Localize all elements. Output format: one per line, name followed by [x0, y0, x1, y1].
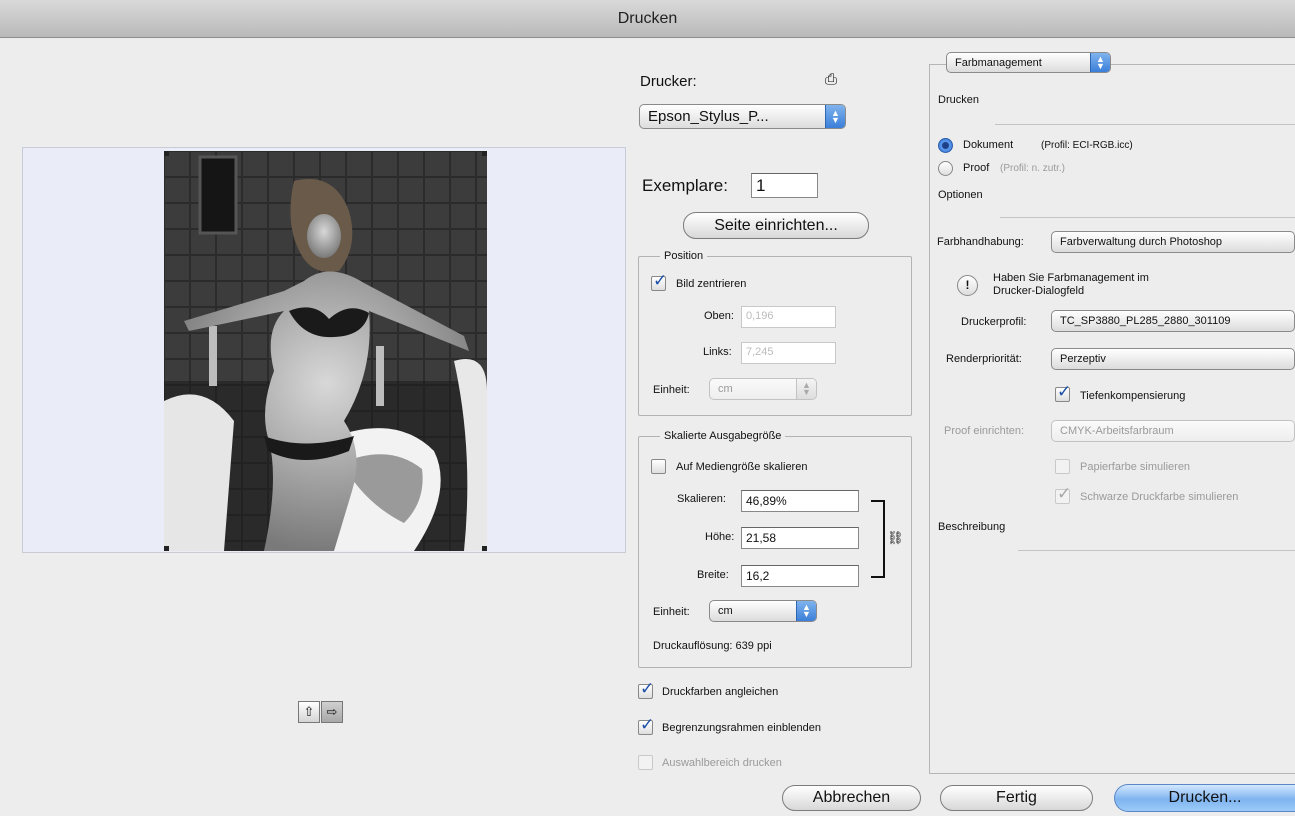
- position-unit-label: Einheit:: [653, 384, 690, 396]
- portrait-orientation-icon: ⇧: [303, 704, 315, 719]
- height-label: Höhe:: [705, 531, 735, 543]
- bounding-handle-bottom-right[interactable]: [482, 546, 487, 551]
- print-selection-label: Auswahlbereich drucken: [662, 757, 782, 769]
- color-handling-select[interactable]: Farbverwaltung durch Photoshop: [1051, 231, 1295, 253]
- rendering-intent-label: Renderpriorität:: [946, 353, 1022, 365]
- copies-label: Exemplare:: [642, 176, 728, 195]
- bounding-handle-top-right[interactable]: [482, 151, 487, 156]
- done-button[interactable]: Fertig: [940, 785, 1093, 811]
- proof-setup-value: CMYK-Arbeitsfarbraum: [1060, 425, 1174, 437]
- top-label: Oben:: [704, 310, 734, 322]
- top-input[interactable]: 0,196: [741, 306, 836, 328]
- page-setup-button[interactable]: Seite einrichten...: [683, 212, 869, 239]
- rendering-intent-select[interactable]: Perzeptiv: [1051, 348, 1295, 370]
- proof-profile-text: (Profil: n. zutr.): [1000, 163, 1066, 174]
- position-unit-select[interactable]: cm ▲ ▼: [709, 378, 817, 400]
- copies-input[interactable]: 1: [751, 173, 818, 198]
- printer-select-value: Epson_Stylus_P...: [648, 108, 769, 125]
- window-title-bar: Drucken: [0, 0, 1295, 38]
- printer-label: Drucker:: [640, 73, 697, 90]
- printer-profile-select[interactable]: TC_SP3880_PL285_2880_301109: [1051, 310, 1295, 332]
- chevron-updown-icon: ▲ ▼: [825, 105, 845, 128]
- document-radio[interactable]: [938, 138, 953, 153]
- preview-photo-graphic: [164, 151, 487, 551]
- proof-setup-select[interactable]: CMYK-Arbeitsfarbraum: [1051, 420, 1295, 442]
- fit-media-label: Auf Mediengröße skalieren: [676, 461, 808, 473]
- chevron-updown-icon: ▲ ▼: [796, 601, 816, 621]
- document-label: Dokument: [963, 139, 1014, 151]
- show-bounding-box-label: Begrenzungsrahmen einblenden: [662, 722, 822, 734]
- left-label: Links:: [703, 346, 732, 358]
- bounding-handle-top-left[interactable]: [164, 151, 169, 156]
- printer-profile-value: TC_SP3880_PL285_2880_301109: [1060, 315, 1231, 327]
- printer-icon[interactable]: ⎙: [821, 71, 841, 91]
- print-resolution-text: Druckauflösung: 639 ppi: [653, 640, 772, 652]
- scale-input[interactable]: 46,89%: [741, 490, 859, 512]
- preview-image[interactable]: [164, 151, 487, 551]
- proof-setup-label: Proof einrichten:: [944, 425, 1025, 437]
- simulate-black-ink-checkbox[interactable]: [1055, 484, 1071, 504]
- options-heading-separator: [1000, 217, 1295, 218]
- description-separator: [1018, 550, 1295, 551]
- document-profile-text: (Profil: ECI-RGB.icc): [1041, 140, 1133, 151]
- print-selection-checkbox[interactable]: [638, 755, 653, 770]
- printer-profile-label: Druckerprofil:: [961, 316, 1027, 328]
- black-point-compensation-checkbox[interactable]: [1055, 382, 1071, 402]
- link-bracket: [871, 500, 885, 578]
- panel-mode-value: Farbmanagement: [955, 56, 1042, 69]
- scaled-unit-value: cm: [718, 605, 733, 617]
- proof-radio[interactable]: [938, 161, 953, 176]
- proof-label: Proof: [963, 162, 990, 174]
- rendering-intent-value: Perzeptiv: [1060, 353, 1106, 365]
- width-label: Breite:: [697, 569, 729, 581]
- center-image-label: Bild zentrieren: [676, 278, 747, 290]
- print-heading-separator: [995, 124, 1295, 125]
- match-print-colors-checkbox[interactable]: [638, 679, 654, 699]
- center-image-checkbox[interactable]: [651, 271, 667, 291]
- width-input[interactable]: 16,2: [741, 565, 859, 587]
- left-input[interactable]: 7,245: [741, 342, 836, 364]
- match-print-colors-label: Druckfarben angleichen: [662, 686, 779, 698]
- options-heading: Optionen: [938, 189, 983, 201]
- fit-media-checkbox[interactable]: [651, 459, 666, 474]
- printer-select[interactable]: Epson_Stylus_P... ▲ ▼: [639, 104, 846, 129]
- panel-mode-select[interactable]: Farbmanagement ▲ ▼: [946, 52, 1111, 73]
- scale-label: Skalieren:: [677, 493, 726, 505]
- description-heading: Beschreibung: [938, 521, 1006, 533]
- black-point-compensation-label: Tiefenkompensierung: [1080, 390, 1186, 402]
- color-handling-value: Farbverwaltung durch Photoshop: [1060, 236, 1223, 248]
- landscape-orientation-icon: ⇨: [326, 704, 338, 719]
- position-legend: Position: [660, 250, 708, 262]
- position-unit-value: cm: [718, 383, 733, 395]
- scaled-unit-select[interactable]: cm ▲ ▼: [709, 600, 817, 622]
- chevron-updown-icon: ▲ ▼: [796, 379, 816, 399]
- simulate-black-ink-label: Schwarze Druckfarbe simulieren: [1080, 491, 1239, 503]
- simulate-paper-color-checkbox[interactable]: [1055, 459, 1070, 474]
- color-management-warning: Haben Sie Farbmanagement im Drucker-Dial…: [993, 272, 1149, 297]
- print-heading: Drucken: [938, 94, 979, 106]
- chain-link-icon[interactable]: ⛓: [887, 530, 904, 550]
- show-bounding-box-checkbox[interactable]: [638, 715, 654, 735]
- landscape-orientation-button[interactable]: ⇨: [321, 701, 343, 723]
- scaled-unit-label: Einheit:: [653, 606, 690, 618]
- print-button[interactable]: Drucken...: [1114, 784, 1295, 812]
- bounding-handle-bottom-left[interactable]: [164, 546, 169, 551]
- cancel-button[interactable]: Abbrechen: [782, 785, 921, 811]
- height-input[interactable]: 21,58: [741, 527, 859, 549]
- color-handling-label: Farbhandhabung:: [937, 236, 1024, 248]
- simulate-paper-color-label: Papierfarbe simulieren: [1080, 461, 1191, 473]
- portrait-orientation-button[interactable]: ⇧: [298, 701, 320, 723]
- exclamation-icon: !: [957, 275, 978, 296]
- window-title: Drucken: [617, 10, 678, 27]
- scaled-output-legend: Skalierte Ausgabegröße: [660, 430, 786, 442]
- chevron-updown-icon: ▲ ▼: [1090, 53, 1110, 72]
